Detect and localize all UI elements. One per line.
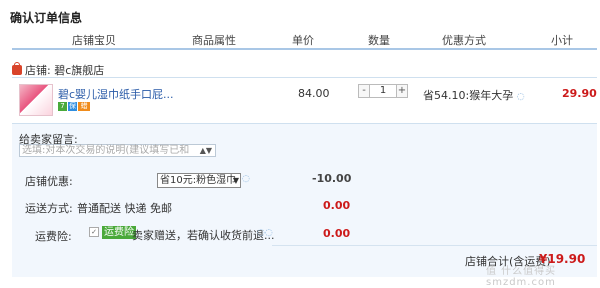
qty-plus-button[interactable]: + xyxy=(396,84,408,98)
order-item-row: 碧c婴儿湿巾纸手口屁... 7保蜡 84.00 -1 + 省54.10:猴年大孕 … xyxy=(12,77,597,122)
seven-day-return-icon[interactable]: 7 xyxy=(58,102,67,111)
insurance-description: 卖家赠送，若确认收货前退... xyxy=(132,229,275,242)
insurance-checkbox[interactable]: ✓ xyxy=(89,227,99,237)
shop-discount-label: 店铺优惠: xyxy=(25,175,73,188)
resize-arrows-icon: ▲▼ xyxy=(199,146,212,155)
insurance-tag: 运费险 xyxy=(102,226,136,239)
total-divider xyxy=(272,245,597,246)
shop-discount-selected: 省10元:粉色湿巾多 xyxy=(160,175,237,186)
promo-info-icon[interactable]: ◌ xyxy=(517,92,525,102)
promo-badge-icon[interactable]: 蜡 xyxy=(78,102,90,111)
col-attributes: 商品属性 xyxy=(192,34,236,47)
shop-discount-select[interactable]: 省10元:粉色湿巾多 ▼ xyxy=(157,173,241,188)
order-options-panel: 给卖家留言: 选填:对本次交易的说明(建议填写已和 ▲▼ 店铺优惠: 省10元:… xyxy=(12,123,597,277)
discount-info-icon[interactable]: ◌ xyxy=(242,174,250,184)
shipping-cost: 0.00 xyxy=(323,199,351,212)
promo-info: 省54.10:猴年大孕 ◌ xyxy=(423,87,525,103)
col-subtotal: 小计 xyxy=(551,34,573,47)
insurance-label: 运费险: xyxy=(35,230,72,243)
insurance-info-icon[interactable]: ◌◌ xyxy=(257,228,273,238)
table-header: 店铺宝贝 商品属性 单价 数量 优惠方式 小计 xyxy=(12,30,597,50)
shop-discount-value: -10.00 xyxy=(312,172,352,185)
shop-bag-icon xyxy=(12,62,22,75)
qty-minus-button[interactable]: - xyxy=(358,84,370,98)
insurance-cost: 0.00 xyxy=(323,227,351,240)
service-badges: 7保蜡 xyxy=(58,102,91,115)
message-input[interactable]: 选填:对本次交易的说明(建议填写已和 ▲▼ xyxy=(19,144,216,157)
product-name-link[interactable]: 碧c婴儿湿巾纸手口屁... xyxy=(58,86,174,102)
shipping-label: 运送方式: xyxy=(25,202,73,215)
page-title: 确认订单信息 xyxy=(10,11,83,25)
product-thumbnail[interactable] xyxy=(19,84,53,116)
shipping-method: 普通配送 快递 免邮 xyxy=(77,202,172,215)
shop-name[interactable]: 碧c旗舰店 xyxy=(54,64,104,77)
item-subtotal: 29.90 xyxy=(562,87,597,100)
guarantee-icon[interactable]: 保 xyxy=(68,102,77,111)
unit-price: 84.00 xyxy=(298,87,330,100)
shop-label: 店铺: xyxy=(25,64,55,77)
quantity-stepper: -1 + xyxy=(358,84,408,98)
message-placeholder: 选填:对本次交易的说明(建议填写已和 xyxy=(22,145,190,156)
col-discount: 优惠方式 xyxy=(442,34,486,47)
col-shop-item: 店铺宝贝 xyxy=(72,34,116,47)
promo-text: 省54.10:猴年大孕 xyxy=(423,89,514,102)
chevron-down-icon: ▼ xyxy=(232,176,239,185)
col-price: 单价 xyxy=(292,34,314,47)
col-quantity: 数量 xyxy=(368,34,390,47)
qty-input[interactable]: 1 xyxy=(370,84,396,98)
site-watermark: 值 什么值得买 smzdm.com xyxy=(486,266,557,288)
